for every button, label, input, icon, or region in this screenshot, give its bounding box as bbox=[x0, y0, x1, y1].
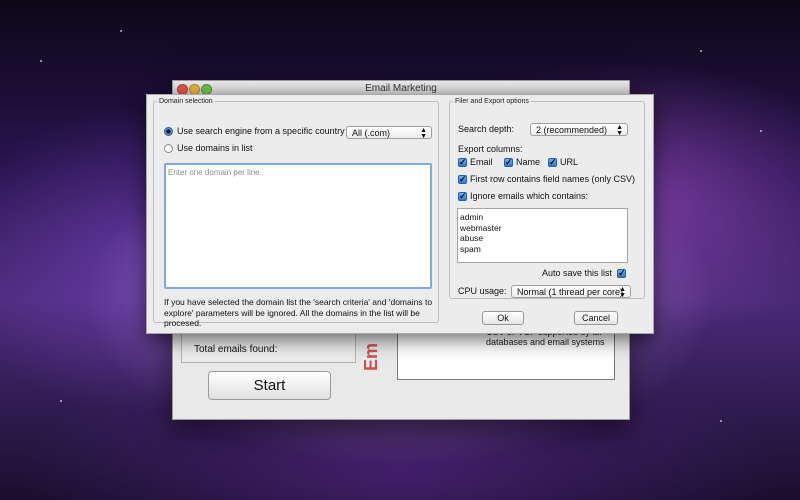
select-arrows-icon: ▲ ▼ bbox=[616, 124, 623, 137]
export-url-label: URL bbox=[560, 157, 579, 167]
checkbox-email[interactable]: ✓ bbox=[458, 157, 467, 167]
total-emails-box: Total emails found: bbox=[181, 331, 356, 363]
select-arrows-icon: ▲ ▼ bbox=[619, 286, 626, 299]
radio-search-engine-label: Use search engine from a specific countr… bbox=[177, 126, 345, 136]
filter-export-legend: Filer and Export options bbox=[455, 98, 529, 105]
ignore-item: abuse bbox=[460, 233, 484, 243]
cpu-usage-label: CPU usage: bbox=[458, 286, 507, 296]
first-row-names-row[interactable]: ✓ First row contains field names (only C… bbox=[458, 174, 635, 184]
star bbox=[760, 130, 762, 132]
export-name-label: Name bbox=[516, 157, 541, 167]
auto-save-row[interactable]: Auto save this list ✓ bbox=[542, 268, 629, 278]
radio-search-engine-row[interactable]: Use search engine from a specific countr… bbox=[164, 126, 345, 136]
star bbox=[700, 50, 702, 52]
ignore-item: webmaster bbox=[460, 222, 502, 233]
export-email-row[interactable]: ✓ Email bbox=[458, 157, 493, 167]
domain-selection-group: Domain selection Use search engine from … bbox=[153, 98, 439, 328]
country-select-value: All (.com) bbox=[352, 128, 390, 138]
checkbox-first-row[interactable]: ✓ bbox=[458, 174, 467, 184]
start-button[interactable]: Start bbox=[208, 371, 331, 400]
options-dialog: Domain selection Use search engine from … bbox=[146, 94, 654, 334]
domain-list-textarea[interactable]: Enter one domain per line. bbox=[164, 163, 432, 289]
checkbox-ignore-emails[interactable]: ✓ bbox=[458, 191, 467, 201]
cpu-usage-value: Normal (1 thread per core) bbox=[517, 287, 624, 297]
checkbox-name[interactable]: ✓ bbox=[504, 157, 513, 167]
export-url-row[interactable]: ✓ URL bbox=[548, 157, 578, 167]
select-arrows-icon: ▲ ▼ bbox=[420, 127, 427, 140]
radio-domains-list-row[interactable]: Use domains in list bbox=[164, 143, 253, 153]
star bbox=[120, 30, 122, 32]
export-email-label: Email bbox=[470, 157, 493, 167]
cancel-button[interactable]: Cancel bbox=[574, 311, 618, 325]
filter-export-group: Filer and Export options Search depth: 2… bbox=[449, 98, 645, 299]
checkbox-auto-save[interactable]: ✓ bbox=[617, 268, 627, 278]
ignore-item: spam bbox=[460, 243, 481, 254]
star bbox=[40, 60, 42, 62]
star bbox=[720, 420, 722, 422]
ignore-emails-label: Ignore emails which contains: bbox=[470, 191, 589, 201]
ignore-emails-list[interactable]: admin webmaster abuse spam bbox=[457, 208, 628, 263]
export-name-row[interactable]: ✓ Name bbox=[504, 157, 540, 167]
ignore-emails-row[interactable]: ✓ Ignore emails which contains: bbox=[458, 191, 588, 201]
radio-search-engine[interactable] bbox=[164, 126, 173, 136]
radio-domains-list[interactable] bbox=[164, 143, 173, 153]
search-depth-label: Search depth: bbox=[458, 124, 515, 134]
export-columns-label: Export columns: bbox=[458, 144, 523, 154]
auto-save-label: Auto save this list bbox=[542, 268, 613, 278]
ok-button[interactable]: Ok bbox=[482, 311, 524, 325]
window-title: Email Marketing bbox=[365, 83, 437, 94]
search-depth-select[interactable]: 2 (recommended) ▲ ▼ bbox=[530, 123, 628, 137]
info-box: CSV or VCF supported by all databases an… bbox=[397, 326, 615, 380]
radio-domains-list-label: Use domains in list bbox=[177, 143, 253, 153]
star bbox=[60, 400, 62, 402]
search-depth-value: 2 (recommended) bbox=[536, 125, 608, 135]
cpu-usage-select[interactable]: Normal (1 thread per core) ▲ ▼ bbox=[511, 285, 631, 299]
checkbox-url[interactable]: ✓ bbox=[548, 157, 557, 167]
country-select[interactable]: All (.com) ▲ ▼ bbox=[346, 126, 432, 140]
domain-selection-legend: Domain selection bbox=[159, 98, 213, 105]
first-row-names-label: First row contains field names (only CSV… bbox=[470, 174, 636, 184]
domain-note: If you have selected the domain list the… bbox=[164, 297, 433, 328]
total-emails-label: Total emails found: bbox=[194, 344, 278, 355]
ignore-item: admin bbox=[460, 212, 484, 222]
